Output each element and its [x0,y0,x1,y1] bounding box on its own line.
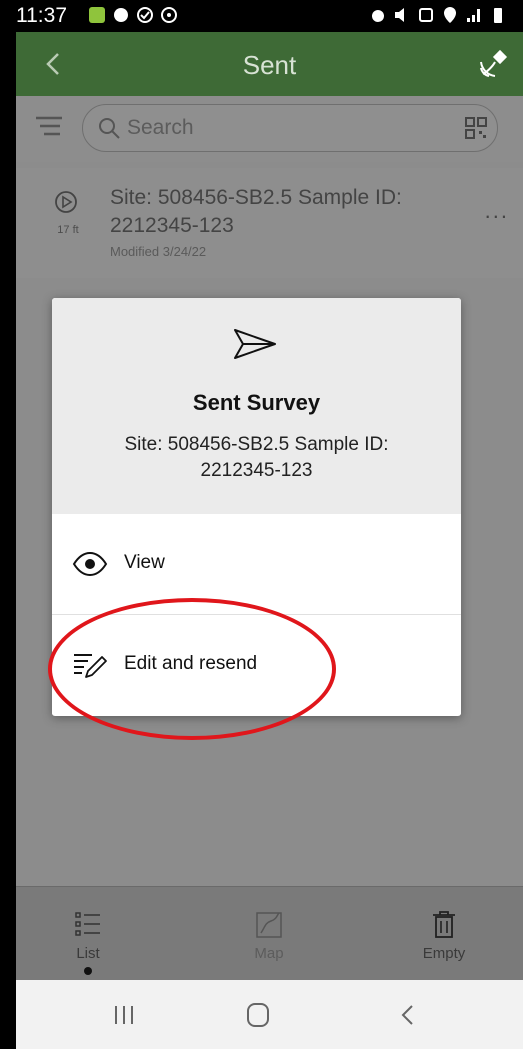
send-icon [234,329,276,359]
edit-and-resend-label: Edit and resend [124,653,258,674]
tab-list[interactable]: List [28,887,148,981]
status-bar: 11:37 [16,0,523,32]
alarm-icon [372,10,384,22]
tab-map-label: Map [254,945,284,962]
list-item[interactable]: 17 ft Site: 508456-SB2.5 Sample ID: 2212… [16,168,523,278]
tab-list-label: List [76,945,100,962]
system-back-icon[interactable] [388,1000,428,1030]
filter-sort-icon[interactable] [34,114,64,142]
view-label: View [124,552,165,573]
more-options-icon[interactable]: ... [485,198,509,224]
edit-lines-icon [74,654,107,678]
home-icon[interactable] [238,1000,278,1030]
map-icon [256,912,282,938]
chat-bubble-icon [114,8,128,22]
search-icon [99,118,120,139]
edit-and-resend-button[interactable]: Edit and resend [52,615,461,715]
qr-code-icon[interactable] [465,117,487,139]
recent-apps-icon[interactable] [104,1000,144,1030]
status-time: 11:37 [16,4,67,27]
tab-empty-label: Empty [422,945,466,962]
gps-satellite-icon[interactable] [477,46,511,80]
status-icons-right [369,6,507,24]
trash-icon [433,911,455,938]
page-title: Sent [242,50,297,80]
status-icons-left [88,6,178,24]
dialog-header: Sent Survey Site: 508456-SB2.5 Sample ID… [52,298,461,514]
app-notification-icon [89,7,105,23]
bottom-tab-bar: List Map Empty [16,886,523,981]
signal-icon [467,9,480,22]
view-button[interactable]: View [52,514,461,615]
search-placeholder: Search [127,116,194,139]
battery-saver-icon [419,8,433,22]
whatsapp-icon [161,7,177,23]
item-modified: Modified 3/24/22 [110,244,207,259]
tab-map[interactable]: Map [209,887,329,981]
selected-indicator [84,967,92,975]
play-circle-icon [55,191,77,213]
app-header: Sent [16,32,523,96]
check-circle-icon [137,7,153,23]
distance-label: 17 ft [57,224,79,236]
location-icon [444,7,456,23]
system-nav-bar [16,980,523,1049]
battery-icon [494,8,502,23]
search-input[interactable]: Search [82,104,498,152]
search-bar: Search [16,96,523,162]
sent-survey-dialog: Sent Survey Site: 508456-SB2.5 Sample ID… [52,298,461,716]
eye-icon [72,551,108,577]
dialog-title: Sent Survey [192,390,321,415]
dialog-subtitle: Site: 508456-SB2.5 Sample ID: 2212345-12… [124,434,389,481]
mute-icon [395,8,404,22]
item-title: Site: 508456-SB2.5 Sample ID: 2212345-12… [110,186,402,237]
list-icon [75,912,100,936]
tab-empty[interactable]: Empty [384,887,504,981]
